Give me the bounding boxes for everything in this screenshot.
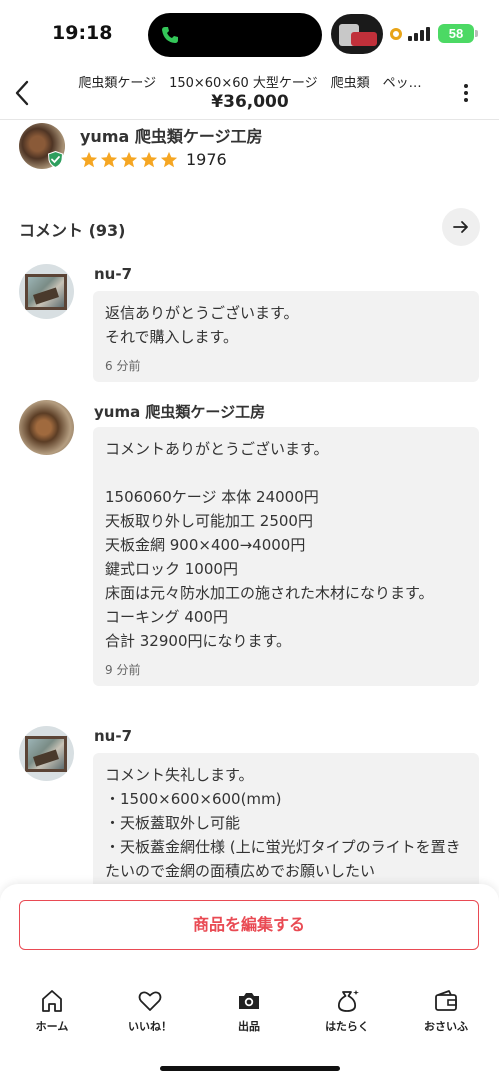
phone-call-icon (162, 27, 178, 43)
nav-item-home[interactable]: ホーム (12, 988, 92, 1034)
home-icon (42, 990, 62, 1012)
home-indicator[interactable] (160, 1066, 340, 1071)
commenter-avatar[interactable] (19, 400, 74, 455)
nav-label: いいね！ (128, 1020, 172, 1033)
view-all-comments-button[interactable] (442, 208, 480, 246)
item-header: 爬虫類ケージ 150×60×60 大型ケージ 爬虫類 ペッ… ¥36,000 (0, 66, 499, 120)
camera-icon (239, 993, 259, 1009)
seller-name[interactable]: yuma 爬虫類ケージ工房 (80, 123, 263, 147)
commenter-name[interactable]: nu-7 (94, 727, 132, 745)
comment-item: nu-7 返信ありがとうございます。 それで購入します。 6 分前 (0, 264, 499, 384)
wallet-icon (435, 990, 457, 1011)
star-icon (140, 151, 158, 167)
heart-icon (138, 991, 162, 1011)
commenter-name[interactable]: yuma 爬虫類ケージ工房 (94, 401, 265, 422)
seller-info[interactable]: yuma 爬虫類ケージ工房 1976 (0, 120, 499, 180)
arrow-right-icon (453, 221, 468, 233)
nav-item-work[interactable]: はたらく (307, 988, 387, 1034)
star-icon (100, 151, 118, 167)
rating-count: 1976 (186, 150, 227, 169)
comments-header: コメント (93) (0, 208, 499, 248)
more-options-icon[interactable] (458, 82, 474, 104)
item-title: 爬虫類ケージ 150×60×60 大型ケージ 爬虫類 ペッ… (78, 76, 422, 91)
status-time: 19:18 (52, 22, 113, 44)
star-icon (120, 151, 138, 167)
nav-item-sell[interactable]: 出品 (209, 988, 289, 1034)
commenter-avatar[interactable] (19, 264, 74, 319)
comment-time: 9 分前 (105, 663, 141, 677)
comment-item: yuma 爬虫類ケージ工房 コメントありがとうございます。 1506060ケージ… (0, 400, 499, 710)
comment-bubble: 返信ありがとうございます。 それで購入します。 6 分前 (93, 291, 479, 382)
commenter-name[interactable]: nu-7 (94, 265, 132, 283)
seller-rating: 1976 (80, 150, 227, 169)
verified-badge-icon (47, 151, 64, 168)
comments-count-label: コメント (93) (19, 221, 126, 240)
status-bar: 19:18 58 (0, 0, 499, 66)
nav-label: おさいふ (424, 1020, 468, 1033)
nav-label: はたらく (325, 1020, 369, 1033)
comment-time: 6 分前 (105, 359, 141, 373)
comment-bubble: コメントありがとうございます。 1506060ケージ 本体 24000円 天板取… (93, 427, 479, 686)
star-icon (80, 151, 98, 167)
edit-item-button[interactable]: 商品を編集する (19, 900, 479, 950)
privacy-indicator-icon (390, 28, 402, 40)
nav-item-wallet[interactable]: おさいふ (406, 988, 486, 1034)
live-activity-thumbnail[interactable] (331, 14, 383, 54)
money-bag-icon (337, 990, 359, 1012)
nav-label: ホーム (35, 1020, 69, 1033)
comment-text: 返信ありがとうございます。 それで購入します。 (105, 304, 299, 346)
edit-bar: 商品を編集する (0, 884, 499, 964)
back-arrow-icon[interactable] (10, 78, 36, 108)
nav-label: 出品 (238, 1020, 260, 1033)
comment-text: コメント失礼します。 ・1500×600×600(mm) ・天板蓋取外し可能 ・… (105, 766, 461, 880)
dynamic-island[interactable] (148, 13, 322, 57)
star-icon (160, 151, 178, 167)
signal-icon (408, 25, 430, 41)
bottom-nav: ホーム いいね！ 出品 はたらく おさいふ (0, 964, 499, 1080)
item-price: ¥36,000 (211, 92, 289, 112)
comment-text: コメントありがとうございます。 1506060ケージ 本体 24000円 天板取… (105, 440, 434, 650)
comment-item: nu-7 コメント失礼します。 ・1500×600×600(mm) ・天板蓋取外… (0, 726, 499, 884)
comment-bubble: コメント失礼します。 ・1500×600×600(mm) ・天板蓋取外し可能 ・… (93, 753, 479, 884)
commenter-avatar[interactable] (19, 726, 74, 781)
battery-icon: 58 (438, 24, 478, 43)
nav-item-likes[interactable]: いいね！ (110, 988, 190, 1034)
